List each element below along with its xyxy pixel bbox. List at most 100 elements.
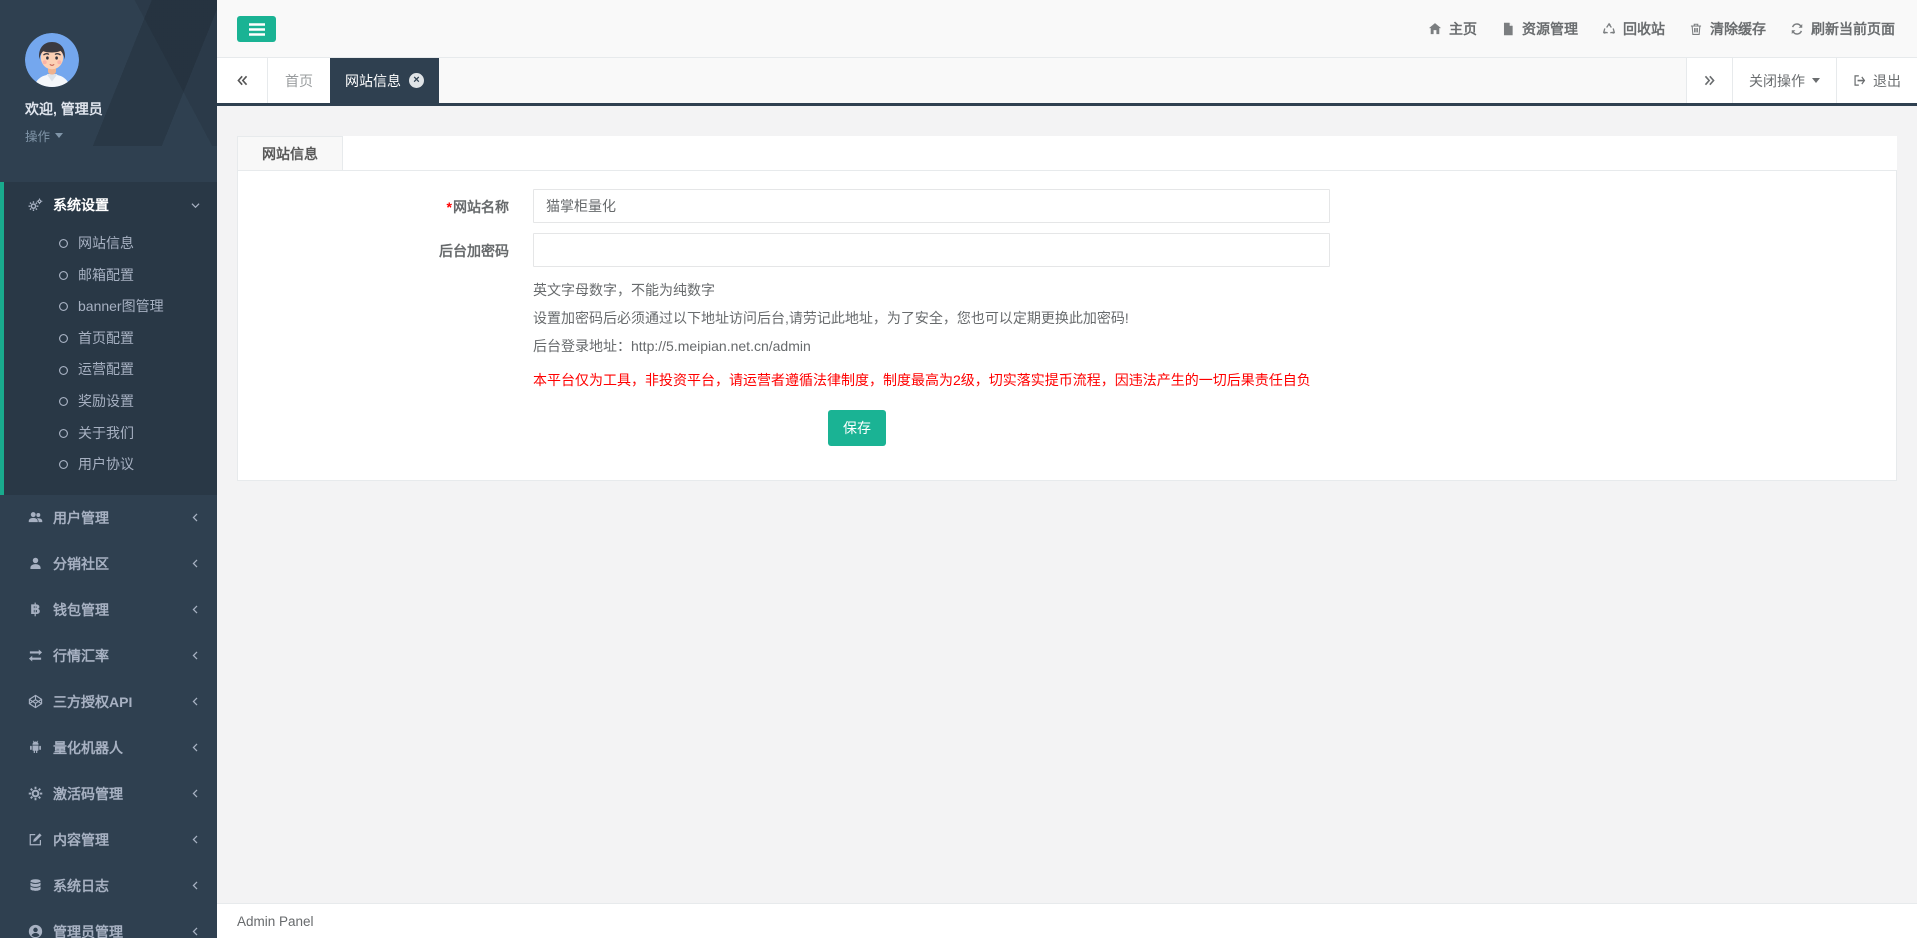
- backend-password-input[interactable]: [533, 233, 1330, 267]
- tab-scroll-left-button[interactable]: [217, 58, 268, 103]
- sidebar-item: 系统日志: [0, 863, 217, 909]
- tab-strip: 首页网站信息 ×: [268, 58, 439, 103]
- circle-o-icon: [57, 238, 69, 249]
- sidebar-item-link[interactable]: 用户管理: [0, 495, 217, 541]
- sidebar-item: 内容管理: [0, 817, 217, 863]
- chevron-left-icon: [190, 834, 201, 845]
- chevron-down-icon: [190, 200, 201, 211]
- quick-link[interactable]: 主页: [1428, 19, 1477, 39]
- topbar: 主页 资源管理 回收站 清除缓存 刷新当前页面: [217, 0, 1917, 58]
- logout-label: 退出: [1873, 71, 1901, 91]
- tabbar-right-controls: 关闭操作 退出: [1686, 58, 1917, 103]
- sidebar-subitem[interactable]: 奖励设置: [4, 386, 217, 418]
- file-icon: [1501, 22, 1515, 36]
- recycle-icon: [1602, 22, 1616, 36]
- backend-password-label: 后台加密码: [238, 233, 533, 267]
- sidebar-subitem-label: 首页配置: [78, 330, 134, 348]
- sidebar-item-link[interactable]: 内容管理: [0, 817, 217, 863]
- sidebar-subitem[interactable]: 邮箱配置: [4, 260, 217, 292]
- gear-icon: [27, 786, 44, 801]
- sidebar-item-link[interactable]: 行情汇率: [0, 633, 217, 679]
- help-lines: 英文字母数字，不能为纯数字设置加密码后必须通过以下地址访问后台,请劳记此地址，为…: [533, 281, 1896, 356]
- chevron-left-icon: [190, 558, 201, 569]
- sidebar-subitem[interactable]: 运营配置: [4, 354, 217, 386]
- sidebar: 欢迎, 管理员 操作 系统设置网站信息邮箱配置 banner图管理首页配置运营配置…: [0, 0, 217, 938]
- quick-link-label: 刷新当前页面: [1811, 19, 1895, 39]
- quick-link[interactable]: 清除缓存: [1689, 19, 1766, 39]
- sidebar-subitem[interactable]: 网站信息: [4, 228, 217, 260]
- sidebar-subitem[interactable]: 用户协议: [4, 449, 217, 481]
- sidebar-item-link[interactable]: 管理员管理: [0, 909, 217, 938]
- tab-scroll-right-button[interactable]: [1686, 58, 1732, 103]
- circle-o-icon: [57, 396, 69, 407]
- welcome-text: 欢迎, 管理员: [25, 99, 197, 119]
- sidebar-item-link[interactable]: 激活码管理: [0, 771, 217, 817]
- users-icon: [27, 510, 44, 525]
- help-line: 后台登录地址：http://5.meipian.net.cn/admin: [533, 337, 1896, 356]
- android-icon: [27, 740, 44, 755]
- chevron-left-icon: [190, 650, 201, 661]
- page-footer: Admin Panel: [217, 903, 1917, 938]
- logout-button[interactable]: 退出: [1836, 58, 1917, 103]
- quick-link[interactable]: 回收站: [1602, 19, 1665, 39]
- quick-link[interactable]: 资源管理: [1501, 19, 1578, 39]
- help-line: 英文字母数字，不能为纯数字: [533, 281, 1896, 300]
- sidebar-subitem-label: 奖励设置: [78, 393, 134, 411]
- quick-link-label: 主页: [1449, 19, 1477, 39]
- platform-warning-text: 本平台仅为工具，非投资平台，请运营者遵循法律制度，制度最高为2级，切实落实提币流…: [533, 371, 1896, 390]
- chevron-left-icon: [190, 696, 201, 707]
- form-row: 后台加密码: [238, 233, 1896, 267]
- sidebar-item-link[interactable]: 系统日志: [0, 863, 217, 909]
- topbar-quick-links: 主页 资源管理 回收站 清除缓存 刷新当前页面: [1428, 0, 1895, 57]
- page-tab[interactable]: 首页: [268, 58, 330, 103]
- sidebar-item-label: 系统设置: [53, 196, 109, 214]
- circle-o-icon: [57, 270, 69, 281]
- profile-action-dropdown[interactable]: 操作: [25, 126, 63, 145]
- form-help-block: 英文字母数字，不能为纯数字设置加密码后必须通过以下地址访问后台,请劳记此地址，为…: [533, 281, 1896, 446]
- required-asterisk: *: [447, 199, 452, 215]
- circle-o-icon: [57, 333, 69, 344]
- sidebar-subitem[interactable]: banner图管理: [4, 291, 217, 323]
- sidebar-subitem-label: banner图管理: [78, 298, 164, 316]
- sidebar-toggle-button[interactable]: [237, 16, 276, 42]
- sidebar-subitem[interactable]: 首页配置: [4, 323, 217, 355]
- sidebar-subitem-label: 网站信息: [78, 235, 134, 253]
- sidebar-item-link[interactable]: 三方授权API: [0, 679, 217, 725]
- chevron-left-icon: [190, 788, 201, 799]
- sidebar-item: 系统设置网站信息邮箱配置 banner图管理首页配置运营配置奖励设置关于我们用户协…: [0, 182, 217, 495]
- hamburger-icon: [249, 23, 265, 36]
- sidebar-menu: 系统设置网站信息邮箱配置 banner图管理首页配置运营配置奖励设置关于我们用户协…: [0, 182, 217, 938]
- circle-o-icon: [57, 301, 69, 312]
- page-tabbar: 首页网站信息 × 关闭操作 退出: [217, 58, 1917, 106]
- cogs-icon: [27, 198, 44, 213]
- edit-icon: [27, 832, 44, 847]
- sidebar-subitem-label: 邮箱配置: [78, 267, 134, 285]
- sidebar-item-link[interactable]: 系统设置: [4, 182, 217, 228]
- save-button[interactable]: 保存: [828, 410, 886, 446]
- page-tab-label: 网站信息: [345, 71, 401, 91]
- sidebar-item-link[interactable]: ฿钱包管理: [0, 587, 217, 633]
- sidebar-submenu: 网站信息邮箱配置 banner图管理首页配置运营配置奖励设置关于我们用户协议: [4, 228, 217, 495]
- sidebar-subitem-label: 关于我们: [78, 425, 134, 443]
- sidebar-item-link[interactable]: 分销社区: [0, 541, 217, 587]
- circle-o-icon: [57, 365, 69, 376]
- chevron-left-icon: [190, 604, 201, 615]
- sidebar-item: 管理员管理: [0, 909, 217, 938]
- chevron-left-icon: [190, 512, 201, 523]
- panel-tab-site-info[interactable]: 网站信息: [237, 136, 343, 170]
- sidebar-item: ฿钱包管理: [0, 587, 217, 633]
- quick-link[interactable]: 刷新当前页面: [1790, 19, 1895, 39]
- sidebar-item-label: 三方授权API: [53, 693, 132, 711]
- tab-close-icon[interactable]: ×: [409, 73, 424, 88]
- sidebar-item-label: 行情汇率: [53, 647, 109, 665]
- caret-down-icon: [55, 133, 63, 138]
- circle-o-icon: [57, 459, 69, 470]
- angle-double-right-icon: [1703, 74, 1716, 87]
- sidebar-item-link[interactable]: 量化机器人: [0, 725, 217, 771]
- sidebar-subitem[interactable]: 关于我们: [4, 418, 217, 450]
- close-operations-label: 关闭操作: [1749, 71, 1805, 91]
- page-tab[interactable]: 网站信息 ×: [330, 58, 439, 103]
- site-name-input[interactable]: [533, 189, 1330, 223]
- sidebar-item: 三方授权API: [0, 679, 217, 725]
- close-operations-dropdown[interactable]: 关闭操作: [1732, 58, 1836, 103]
